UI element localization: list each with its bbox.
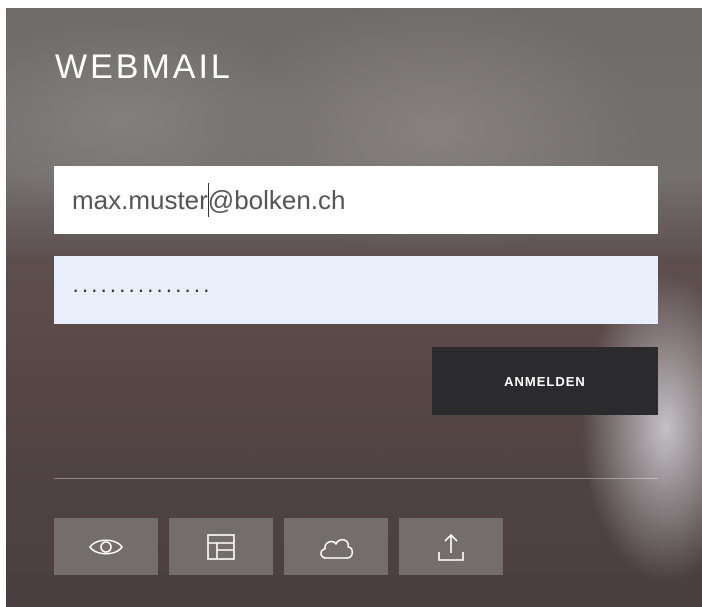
divider [54,478,658,479]
eye-icon [89,538,123,555]
login-panel: WEBMAIL ANMELDEN [6,8,702,607]
text-caret [208,183,209,217]
password-field[interactable] [54,256,658,324]
cloud-icon [320,538,354,559]
cloud-button[interactable] [284,518,388,575]
eye-button[interactable] [54,518,158,575]
upload-icon [438,533,464,561]
login-button[interactable]: ANMELDEN [432,347,658,415]
layout-icon [207,533,235,560]
page-title: WEBMAIL [55,48,233,86]
layout-button[interactable] [169,518,273,575]
email-field[interactable] [54,166,658,234]
upload-button[interactable] [399,518,503,575]
